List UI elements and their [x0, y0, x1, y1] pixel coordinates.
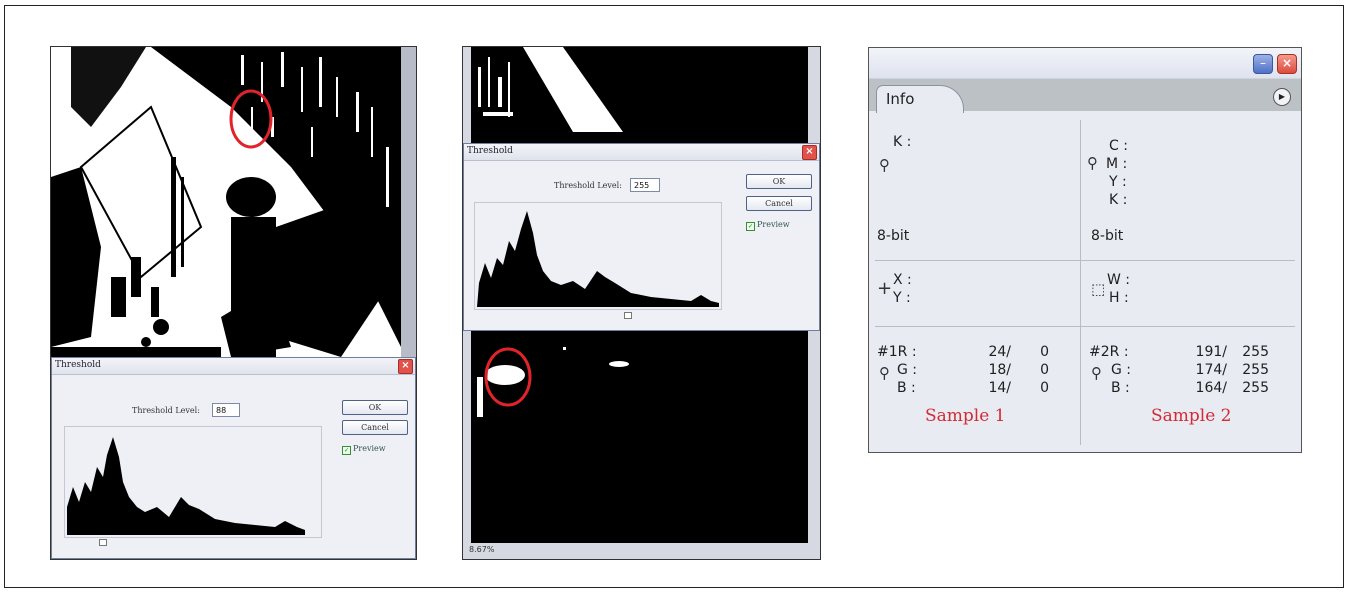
- bit-depth-label: 8-bit: [1091, 228, 1124, 244]
- sample2-r2-value: 255: [1242, 344, 1269, 360]
- sample2-b-value: 164/: [1195, 380, 1227, 396]
- threshold-slider-handle[interactable]: [99, 539, 107, 546]
- threshold-level-label: Threshold Level:: [554, 181, 622, 190]
- check-icon: ✓: [342, 446, 351, 455]
- left-screenshot: Threshold × Threshold Level: 88 OK Cance…: [50, 46, 417, 560]
- sample1-b2-value: 0: [1040, 380, 1049, 396]
- eyedropper-icon: ⚲: [1091, 364, 1102, 382]
- middle-screenshot: 8.67% Threshold × Threshold Level: 255 O…: [462, 46, 821, 560]
- sample1-b-value: 14/: [988, 380, 1011, 396]
- middle-threshold-dialog: Threshold × Threshold Level: 255 OK Canc…: [463, 143, 820, 331]
- eyedropper-icon: ⚲: [879, 364, 890, 382]
- histogram: [474, 202, 722, 310]
- dialog-title-bar: Threshold ×: [464, 144, 819, 161]
- dialog-title: Threshold: [55, 360, 101, 370]
- panel-titlebar: – ×: [869, 48, 1301, 78]
- panel-menu-icon[interactable]: ▶: [1273, 88, 1291, 106]
- ok-button[interactable]: OK: [746, 174, 812, 189]
- sample1-r-label: #1R :: [877, 344, 917, 360]
- tab-info-label: Info: [886, 90, 915, 108]
- preview-label: Preview: [353, 444, 386, 453]
- sample2-caption: Sample 2: [1151, 406, 1232, 426]
- sample1-g-label: G :: [897, 362, 918, 378]
- sample2-r-label: #2R :: [1089, 344, 1129, 360]
- eyedropper-icon: ⚲: [1087, 154, 1098, 172]
- sample2-b2-value: 255: [1242, 380, 1269, 396]
- x-label: X :: [893, 272, 912, 288]
- threshold-level-label: Threshold Level:: [132, 406, 200, 415]
- w-label: W :: [1107, 272, 1131, 288]
- cancel-button[interactable]: Cancel: [342, 420, 408, 435]
- dialog-title: Threshold: [467, 146, 513, 156]
- y-coord-label: Y :: [893, 290, 911, 306]
- sample1-r-value: 24/: [988, 344, 1011, 360]
- sample1-r2-value: 0: [1040, 344, 1049, 360]
- sample2-b-label: B :: [1111, 380, 1130, 396]
- preview-checkbox[interactable]: ✓ Preview: [746, 220, 790, 231]
- bit-depth-label: 8-bit: [877, 228, 910, 244]
- threshold-level-input[interactable]: 88: [212, 403, 240, 417]
- sample2-g-value: 174/: [1195, 362, 1227, 378]
- close-button[interactable]: ×: [1277, 54, 1297, 74]
- preview-checkbox[interactable]: ✓ Preview: [342, 444, 386, 455]
- c-label: C :: [1109, 138, 1128, 154]
- zoom-readout: 8.67%: [469, 545, 495, 554]
- histogram: [64, 426, 322, 538]
- threshold-level-input[interactable]: 255: [630, 178, 660, 192]
- minimize-button[interactable]: –: [1253, 54, 1273, 74]
- sample1-g-value: 18/: [988, 362, 1011, 378]
- k-label: K :: [1109, 192, 1128, 208]
- info-panel: – × Info ▶ ⚲ K : 8-bit C : ⚲ M : Y : K :…: [868, 47, 1302, 453]
- sample2-g-label: G :: [1111, 362, 1132, 378]
- sample1-b-label: B :: [897, 380, 916, 396]
- close-button[interactable]: ×: [398, 359, 413, 374]
- sample2-g2-value: 255: [1242, 362, 1269, 378]
- panel-tab-bar: Info ▶: [869, 78, 1301, 113]
- y-label: Y :: [1109, 174, 1127, 190]
- sample1-g2-value: 0: [1040, 362, 1049, 378]
- tab-info[interactable]: Info: [876, 85, 964, 113]
- selection-size-icon: ⬚: [1091, 280, 1106, 298]
- section-divider: [875, 260, 1295, 261]
- check-icon: ✓: [746, 222, 755, 231]
- cancel-button[interactable]: Cancel: [746, 196, 812, 211]
- sample2-r-value: 191/: [1195, 344, 1227, 360]
- column-divider: [1080, 120, 1081, 445]
- k-label: K :: [893, 134, 912, 150]
- dialog-title-bar: Threshold ×: [52, 358, 415, 375]
- crosshair-icon: +: [877, 278, 893, 299]
- threshold-slider-handle[interactable]: [624, 312, 632, 319]
- eyedropper-icon: ⚲: [879, 156, 890, 174]
- left-threshold-dialog: Threshold × Threshold Level: 88 OK Cance…: [51, 357, 416, 559]
- ok-button[interactable]: OK: [342, 400, 408, 415]
- preview-label: Preview: [757, 220, 790, 229]
- section-divider: [875, 326, 1295, 327]
- close-button[interactable]: ×: [802, 145, 817, 160]
- m-label: M :: [1106, 156, 1128, 172]
- histogram-graph: [67, 437, 305, 535]
- histogram-graph: [477, 211, 719, 307]
- h-label: H :: [1109, 290, 1129, 306]
- sample1-caption: Sample 1: [925, 406, 1006, 426]
